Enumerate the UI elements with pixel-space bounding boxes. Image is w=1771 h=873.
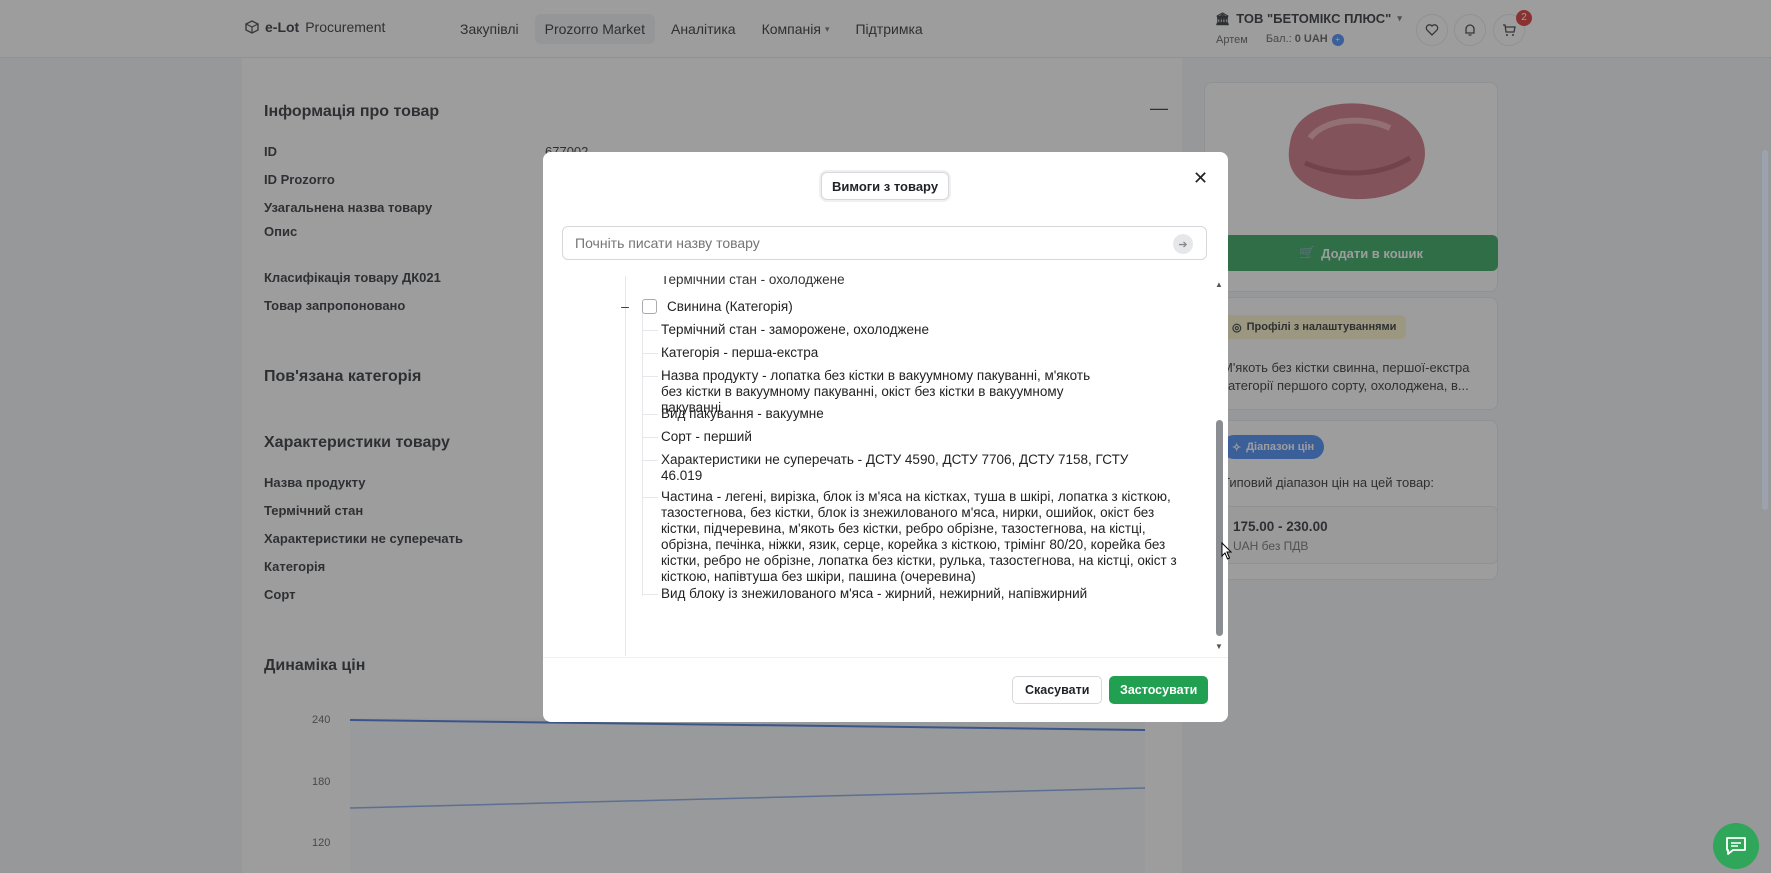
tree-item-packaging[interactable]: Вид пакування - вакуумне [661, 406, 1181, 422]
arrow-right-icon[interactable]: ➔ [1173, 234, 1193, 254]
tree-item-parts[interactable]: Частина - легені, вирізка, блок із м'яса… [661, 489, 1181, 585]
scroll-up-icon[interactable]: ▲ [1215, 280, 1223, 289]
tab-product-requirements[interactable]: Вимоги з товару [821, 172, 950, 200]
requirements-modal: Вимоги з товару ✕ ➔ Термічний стан - охо… [543, 152, 1228, 722]
tree-tick [642, 594, 658, 595]
search-input[interactable] [562, 226, 1207, 260]
category-checkbox[interactable] [642, 298, 657, 314]
modal-footer: Скасувати Застосувати [543, 657, 1228, 722]
page-scrollbar[interactable] [1762, 150, 1768, 510]
tree-item-grade[interactable]: Сорт - перший [661, 429, 1181, 445]
close-icon[interactable]: ✕ [1193, 168, 1208, 189]
tree-tick [642, 353, 658, 354]
tree-item-thermal[interactable]: Термічний стан - заморожене, охолоджене [661, 322, 1181, 338]
scroll-down-icon[interactable]: ▼ [1215, 642, 1223, 651]
cancel-button[interactable]: Скасувати [1012, 676, 1103, 704]
tree-category-pork[interactable]: – Свинина (Категорія) [618, 298, 793, 314]
apply-button[interactable]: Застосувати [1109, 676, 1209, 704]
tree-item-prev[interactable]: Термічний стан - охолоджене [661, 276, 1181, 288]
tree-tick [642, 437, 658, 438]
tree-scrollbar-thumb[interactable] [1216, 420, 1223, 636]
tree-item-category[interactable]: Категорія - перша-екстра [661, 345, 1181, 361]
chat-icon [1726, 837, 1746, 855]
mouse-cursor-icon [1221, 542, 1233, 560]
tree-tick [642, 460, 658, 461]
tree-tick [642, 330, 658, 331]
tree-tick [642, 414, 658, 415]
collapse-icon[interactable]: – [618, 298, 632, 314]
category-label: Свинина (Категорія) [667, 298, 793, 314]
tree-tick [642, 497, 658, 498]
tree-guide [642, 306, 643, 596]
tree-item-standards[interactable]: Характеристики не суперечать - ДСТУ 4590… [661, 452, 1131, 484]
tree-tick [642, 376, 658, 377]
requirements-tree: Термічний стан - охолоджене – Свинина (К… [543, 276, 1228, 656]
chat-button[interactable] [1713, 823, 1759, 869]
tree-guide [625, 276, 626, 656]
tree-item-block-type[interactable]: Вид блоку із знежилованого м'яса - жирни… [661, 586, 1181, 602]
